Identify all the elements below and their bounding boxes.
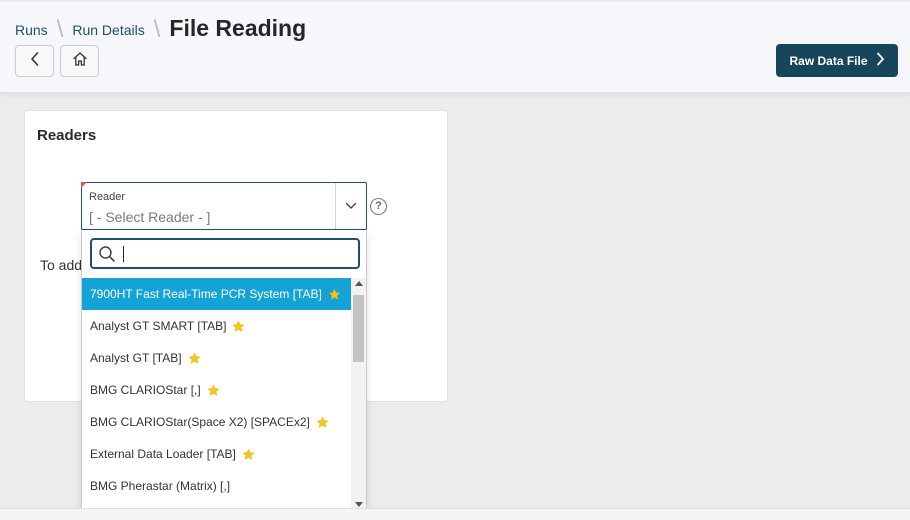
reader-option-label: Analyst GT [TAB] <box>90 351 182 365</box>
reader-option[interactable]: BMG CLARIOStar [,] <box>82 374 351 406</box>
scroll-down-arrow-icon[interactable] <box>355 502 363 507</box>
breadcrumb-run-details-link[interactable]: Run Details <box>72 22 144 42</box>
reader-option-label: Analyst GT SMART [TAB] <box>90 319 227 333</box>
reader-option-label: BMG CLARIOStar [,] <box>90 383 201 397</box>
reader-dropdown: 7900HT Fast Real-Time PCR System [TAB] An… <box>81 230 367 510</box>
favorite-star-icon <box>242 448 255 461</box>
breadcrumb-separator: \ <box>153 16 161 43</box>
chevron-right-icon <box>876 52 885 69</box>
scroll-up-arrow-icon[interactable] <box>355 281 363 286</box>
breadcrumb: Runs \ Run Details \ File Reading <box>15 14 306 42</box>
home-icon <box>72 51 88 72</box>
reader-option-label: External Data Loader [TAB] <box>90 447 236 461</box>
favorite-star-icon <box>232 320 245 333</box>
reader-option-label: BMG Pherastar (Matrix) [,] <box>90 479 231 493</box>
dropdown-search[interactable] <box>90 238 360 269</box>
reader-select[interactable]: Reader [ - Select Reader - ] <box>81 182 367 230</box>
reader-option-label: 7900HT Fast Real-Time PCR System [TAB] <box>90 287 322 301</box>
dropdown-scrollbar[interactable] <box>351 278 366 509</box>
reader-select-value: [ - Select Reader - ] <box>89 209 211 225</box>
reader-select-label: Reader <box>89 191 126 203</box>
readers-title: Readers <box>37 127 97 144</box>
search-input[interactable] <box>122 243 352 264</box>
reader-option[interactable]: External Data Loader [TAB] <box>82 438 351 470</box>
raw-data-file-button[interactable]: Raw Data File <box>776 44 898 77</box>
help-icon[interactable]: ? <box>370 198 387 215</box>
reader-option[interactable]: Analyst GT [TAB] <box>82 342 351 374</box>
reader-option[interactable]: BMG Pherastar (Matrix) [,] <box>82 470 351 502</box>
breadcrumb-runs-link[interactable]: Runs <box>15 22 48 42</box>
reader-option[interactable]: 7900HT Fast Real-Time PCR System [TAB] <box>82 278 351 310</box>
bottom-bar <box>0 508 910 520</box>
chevron-left-icon <box>29 51 41 72</box>
reader-options-list: 7900HT Fast Real-Time PCR System [TAB] An… <box>82 278 351 502</box>
back-button[interactable] <box>15 45 54 77</box>
favorite-star-icon <box>316 416 329 429</box>
home-button[interactable] <box>60 45 99 77</box>
search-icon <box>98 245 116 268</box>
breadcrumb-separator: \ <box>56 16 64 43</box>
header-top-border <box>0 0 910 2</box>
text-cursor <box>123 246 124 262</box>
favorite-star-icon <box>207 384 220 397</box>
page-header: Runs \ Run Details \ File Reading Raw Da… <box>0 0 910 93</box>
favorite-star-icon <box>328 288 341 301</box>
page-title: File Reading <box>169 15 307 41</box>
reader-option[interactable]: BMG CLARIOStar(Space X2) [SPACEx2] <box>82 406 351 438</box>
reader-option-label: BMG CLARIOStar(Space X2) [SPACEx2] <box>90 415 310 429</box>
scrollbar-thumb[interactable] <box>353 295 364 362</box>
raw-data-file-label: Raw Data File <box>789 53 868 68</box>
favorite-star-icon <box>188 352 201 365</box>
reader-option[interactable]: Analyst GT SMART [TAB] <box>82 310 351 342</box>
chevron-down-icon[interactable] <box>336 183 366 229</box>
